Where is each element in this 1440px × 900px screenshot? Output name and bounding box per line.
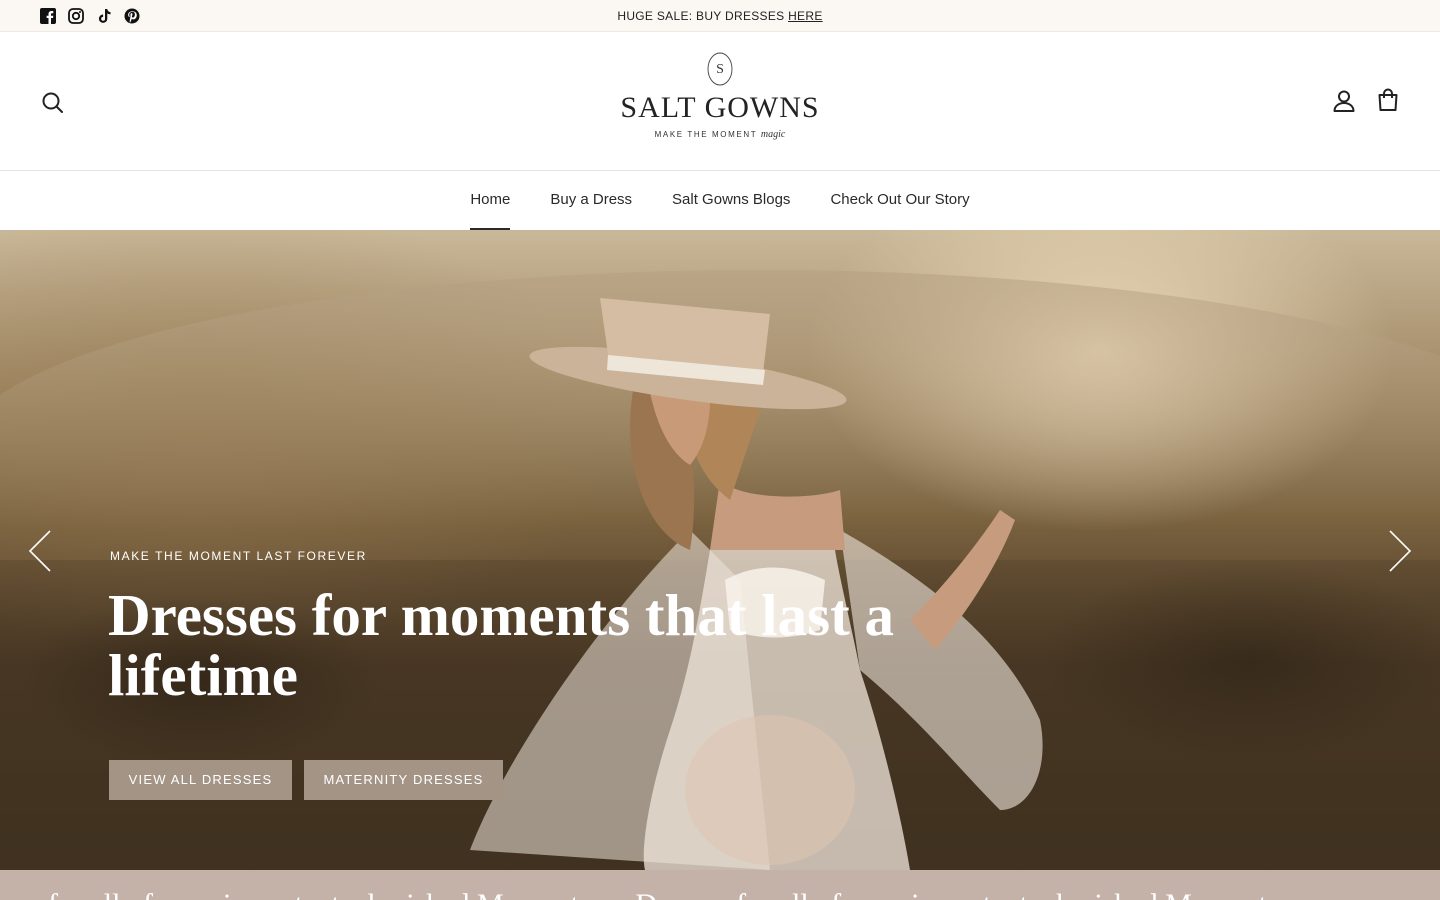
site-header: S SALT GOWNS MAKE THE MOMENT magic [0,33,1440,171]
announcement-bar: HUGE SALE: BUY DRESSES HERE [0,0,1440,32]
nav-item-home[interactable]: Home [470,171,511,230]
hero-headline: Dresses for moments that last a lifetime [108,582,895,708]
chevron-left-icon[interactable] [26,527,54,575]
hero-slideshow: MAKE THE MOMENT LAST FOREVER Dresses for… [0,230,1440,870]
brand-name: SALT GOWNS [620,91,820,124]
nav-item-blogs[interactable]: Salt Gowns Blogs [672,171,790,230]
scrolling-text: for all of your important, cherished Mom… [48,888,1279,900]
announcement-message: HUGE SALE: BUY DRESSES [617,9,789,23]
account-icon[interactable] [1331,88,1357,114]
brand-tagline: MAKE THE MOMENT magic [610,129,830,140]
scrolling-text-banner: for all of your important, cherished Mom… [0,870,1440,900]
chevron-right-icon[interactable] [1386,527,1414,575]
nav-item-our-story[interactable]: Check Out Our Story [830,171,969,230]
nav-item-buy-a-dress[interactable]: Buy a Dress [550,171,632,230]
brand-logo[interactable]: S SALT GOWNS MAKE THE MOMENT magic [610,51,830,155]
announcement-text: HUGE SALE: BUY DRESSES HERE [0,9,1440,23]
cart-icon[interactable] [1375,87,1401,113]
maternity-dresses-button[interactable]: MATERNITY DRESSES [304,760,503,800]
hero-model-illustration [440,250,1080,870]
monogram-letter: S [716,62,724,77]
brand-tagline-script: magic [760,129,786,140]
main-nav: Home Buy a Dress Salt Gowns Blogs Check … [0,171,1440,230]
announcement-link[interactable]: HERE [788,9,823,23]
hero-eyebrow: MAKE THE MOMENT LAST FOREVER [110,549,367,563]
view-all-dresses-button[interactable]: VIEW ALL DRESSES [109,760,292,800]
search-icon[interactable] [40,90,66,116]
brand-tagline-text: MAKE THE MOMENT [654,130,758,139]
monogram-icon: S [707,52,733,86]
